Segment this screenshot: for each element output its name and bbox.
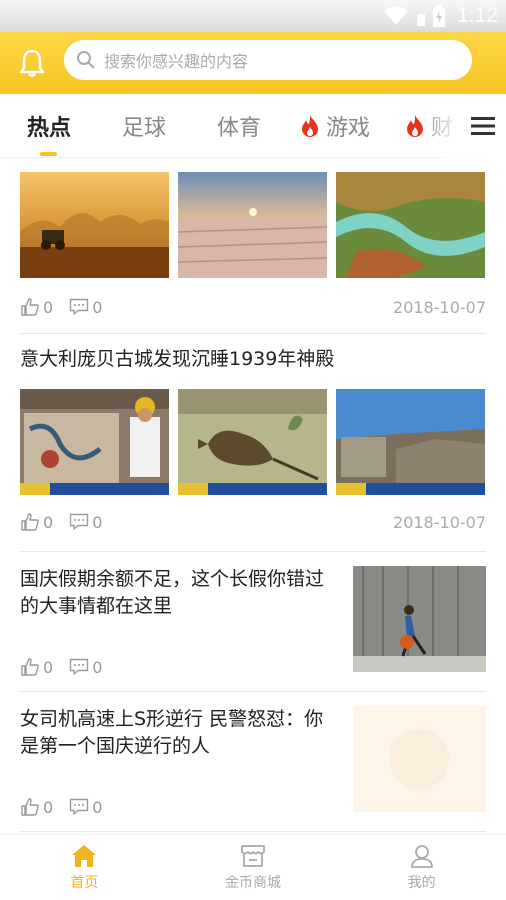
- profile-icon: [410, 844, 433, 868]
- news-thumbnail[interactable]: [336, 172, 485, 278]
- comment-count: 0: [92, 297, 103, 317]
- image-row: [20, 389, 486, 495]
- comment-count: 0: [92, 512, 103, 532]
- news-title: 国庆假期余额不足，这个长假你错过的大事情都在这里: [20, 568, 325, 617]
- status-time: 1:12: [457, 4, 498, 27]
- news-thumbnail[interactable]: [20, 172, 169, 278]
- news-thumbnail-placeholder[interactable]: [353, 706, 486, 812]
- nav-profile[interactable]: 我的: [337, 835, 506, 900]
- nav-home[interactable]: 首页: [0, 835, 169, 900]
- tab-label: 足球: [122, 116, 167, 141]
- nav-label: 首页: [70, 874, 99, 891]
- news-item[interactable]: 国庆假期余额不足，这个长假你错过的大事情都在这里 0 0: [20, 552, 486, 692]
- bottom-nav: 首页 金币商城 我的: [0, 834, 506, 900]
- status-bar: 1:12: [0, 0, 506, 32]
- notification-button[interactable]: [0, 32, 64, 94]
- bell-icon: [19, 49, 45, 77]
- comment-count: 0: [92, 797, 103, 817]
- search-placeholder: 搜索你感兴趣的内容: [104, 52, 249, 71]
- active-tab-indicator: [40, 152, 57, 156]
- news-thumbnail[interactable]: [20, 389, 169, 495]
- news-feed[interactable]: 0 0 2018-10-07 意大利庞贝古城发现沉睡1939年神殿 0 0 20…: [0, 158, 506, 834]
- comment-icon[interactable]: [69, 658, 89, 676]
- news-date: 2018-10-07: [393, 512, 486, 532]
- news-item[interactable]: 0 0 2018-10-07: [20, 172, 486, 334]
- like-icon[interactable]: [20, 657, 40, 677]
- like-icon[interactable]: [20, 297, 40, 317]
- tab-hot[interactable]: 热点: [27, 94, 71, 158]
- like-count: 0: [43, 797, 54, 817]
- like-count: 0: [43, 297, 54, 317]
- like-count: 0: [43, 512, 54, 532]
- news-item[interactable]: 意大利庞贝古城发现沉睡1939年神殿 0 0 2018-10-07: [20, 334, 486, 552]
- news-meta: 0 0: [20, 652, 118, 682]
- category-tabs: 热点 足球 体育 游戏 财: [0, 94, 506, 158]
- search-icon: [77, 51, 95, 69]
- news-title: 女司机高速上S形逆行 民警怒怼：你是第一个国庆逆行的人: [20, 708, 324, 757]
- news-thumbnail[interactable]: [353, 566, 486, 672]
- news-meta: 0 0 2018-10-07: [20, 292, 486, 322]
- wifi-icon: [384, 6, 409, 25]
- menu-icon: [471, 117, 495, 135]
- like-icon[interactable]: [20, 797, 40, 817]
- image-row: [20, 172, 486, 278]
- signal-icon: [417, 14, 426, 26]
- news-date: 2018-10-07: [393, 297, 486, 317]
- tab-label: 体育: [217, 116, 262, 141]
- comment-icon[interactable]: [69, 798, 89, 816]
- nav-label: 我的: [407, 874, 436, 891]
- news-thumbnail[interactable]: [178, 172, 327, 278]
- tab-football[interactable]: 足球: [122, 94, 166, 158]
- tab-label: 热点: [27, 116, 72, 141]
- like-count: 0: [43, 657, 54, 677]
- header: 搜索你感兴趣的内容: [0, 32, 506, 94]
- comment-icon[interactable]: [69, 298, 89, 316]
- news-meta: 0 0 2018-10-07: [20, 507, 486, 537]
- like-icon[interactable]: [20, 512, 40, 532]
- tab-menu-button[interactable]: [460, 94, 506, 158]
- news-thumbnail[interactable]: [336, 389, 485, 495]
- news-item[interactable]: 女司机高速上S形逆行 民警怒怼：你是第一个国庆逆行的人 0 0: [20, 692, 486, 832]
- comment-count: 0: [92, 657, 103, 677]
- store-icon: [241, 844, 265, 867]
- news-meta: 0 0: [20, 792, 118, 822]
- tab-fade: [420, 94, 460, 158]
- tab-sports[interactable]: 体育: [217, 94, 261, 158]
- nav-label: 金币商城: [225, 874, 281, 891]
- battery-icon: [433, 5, 446, 27]
- comment-icon[interactable]: [69, 513, 89, 531]
- search-input[interactable]: 搜索你感兴趣的内容: [64, 40, 472, 80]
- news-title: 意大利庞贝古城发现沉睡1939年神殿: [20, 348, 335, 370]
- home-icon: [72, 844, 97, 867]
- tab-label: 游戏: [326, 116, 371, 141]
- tab-games[interactable]: 游戏: [300, 94, 370, 158]
- news-thumbnail[interactable]: [178, 389, 327, 495]
- flame-icon: [302, 115, 318, 137]
- nav-store[interactable]: 金币商城: [169, 835, 338, 900]
